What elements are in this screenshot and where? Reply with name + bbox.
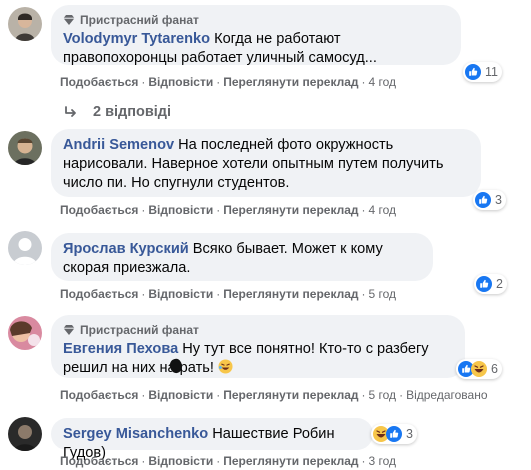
like-link[interactable]: Подобається xyxy=(60,388,138,402)
avatar[interactable] xyxy=(8,7,42,41)
like-icon xyxy=(465,64,481,80)
avatar[interactable] xyxy=(8,316,42,350)
view-replies-link[interactable]: 2 відповіді xyxy=(64,104,171,120)
translate-link[interactable]: Переглянути переклад xyxy=(223,75,358,89)
avatar[interactable] xyxy=(8,131,42,165)
translate-link[interactable]: Переглянути переклад xyxy=(223,287,358,301)
like-icon xyxy=(476,276,492,292)
reactions-summary[interactable]: 3 xyxy=(473,190,506,210)
comment-bubble: Пристрасний фанат Евгения Пехова Ну тут в… xyxy=(51,315,465,378)
fan-badge: Пристрасний фанат xyxy=(63,12,449,28)
comment-author[interactable]: Andrii Semenov xyxy=(63,137,174,153)
comment-actions: Подобається · Відповісти · Переглянути перек… xyxy=(60,75,397,89)
comment-bubble: Пристрасний фанат Volodymyr Tytarenko Ког… xyxy=(51,5,461,66)
translate-link[interactable]: Переглянути переклад xyxy=(223,203,358,217)
avatar[interactable] xyxy=(8,231,42,265)
timestamp[interactable]: 5 год xyxy=(369,388,397,402)
comment-actions: Подобається · Відповісти · Переглянути перек… xyxy=(60,388,488,402)
like-link[interactable]: Подобається xyxy=(60,75,138,89)
reactions-count: 2 xyxy=(496,277,503,291)
reactions-count: 3 xyxy=(406,427,413,441)
reactions-summary[interactable]: 3 xyxy=(371,424,417,444)
comment-actions: Подобається · Відповісти · Переглянути перек… xyxy=(60,203,397,217)
reply-link[interactable]: Відповісти xyxy=(148,287,213,301)
rofl-emoji-icon xyxy=(218,359,233,374)
reply-link[interactable]: Відповісти xyxy=(148,203,213,217)
comment-actions: Подобається · Відповісти · Переглянути перек… xyxy=(60,287,397,301)
like-icon xyxy=(475,192,491,208)
timestamp[interactable]: 3 год xyxy=(369,454,397,468)
translate-link[interactable]: Переглянути переклад xyxy=(223,388,358,402)
reply-arrow-icon xyxy=(65,106,76,117)
timestamp[interactable]: 5 год xyxy=(369,287,397,301)
comment-author[interactable]: Volodymyr Tytarenko xyxy=(63,31,210,47)
reactions-count: 6 xyxy=(491,362,498,376)
like-link[interactable]: Подобається xyxy=(60,203,138,217)
reply-link[interactable]: Відповісти xyxy=(148,454,213,468)
timestamp[interactable]: 4 год xyxy=(369,203,397,217)
reactions-count: 11 xyxy=(485,65,498,79)
comment-bubble: Ярослав Курский Всяко бывает. Может к ком… xyxy=(51,233,433,281)
comment-actions: Подобається · Відповісти · Переглянути перек… xyxy=(60,454,397,468)
haha-icon xyxy=(471,361,487,377)
avatar[interactable] xyxy=(8,417,42,451)
reply-link[interactable]: Відповісти xyxy=(148,388,213,402)
replies-count-label: 2 відповіді xyxy=(93,104,172,120)
diamond-icon xyxy=(63,325,75,335)
diamond-icon xyxy=(63,15,75,25)
comment-bubble: Sergey Misanchenko Нашествие Робин Гудов) xyxy=(51,418,373,461)
reactions-summary[interactable]: 11 xyxy=(463,62,502,82)
translate-link[interactable]: Переглянути переклад xyxy=(223,454,358,468)
reactions-summary[interactable]: 2 xyxy=(474,274,507,294)
comment-author[interactable]: Евгения Пехова xyxy=(63,341,178,357)
fan-badge: Пристрасний фанат xyxy=(63,322,453,338)
edited-label[interactable]: Відредаговано xyxy=(406,388,487,402)
comment-author[interactable]: Sergey Misanchenko xyxy=(63,426,208,442)
comment-bubble: Andrii Semenov На последней фото окружнос… xyxy=(51,129,481,197)
like-icon xyxy=(386,426,402,442)
reply-link[interactable]: Відповісти xyxy=(148,75,213,89)
timestamp[interactable]: 4 год xyxy=(369,75,397,89)
reactions-count: 3 xyxy=(495,193,502,207)
comment-author[interactable]: Ярослав Курский xyxy=(63,241,189,257)
like-link[interactable]: Подобається xyxy=(60,454,138,468)
like-link[interactable]: Подобається xyxy=(60,287,138,301)
reactions-summary[interactable]: 6 xyxy=(456,359,502,379)
